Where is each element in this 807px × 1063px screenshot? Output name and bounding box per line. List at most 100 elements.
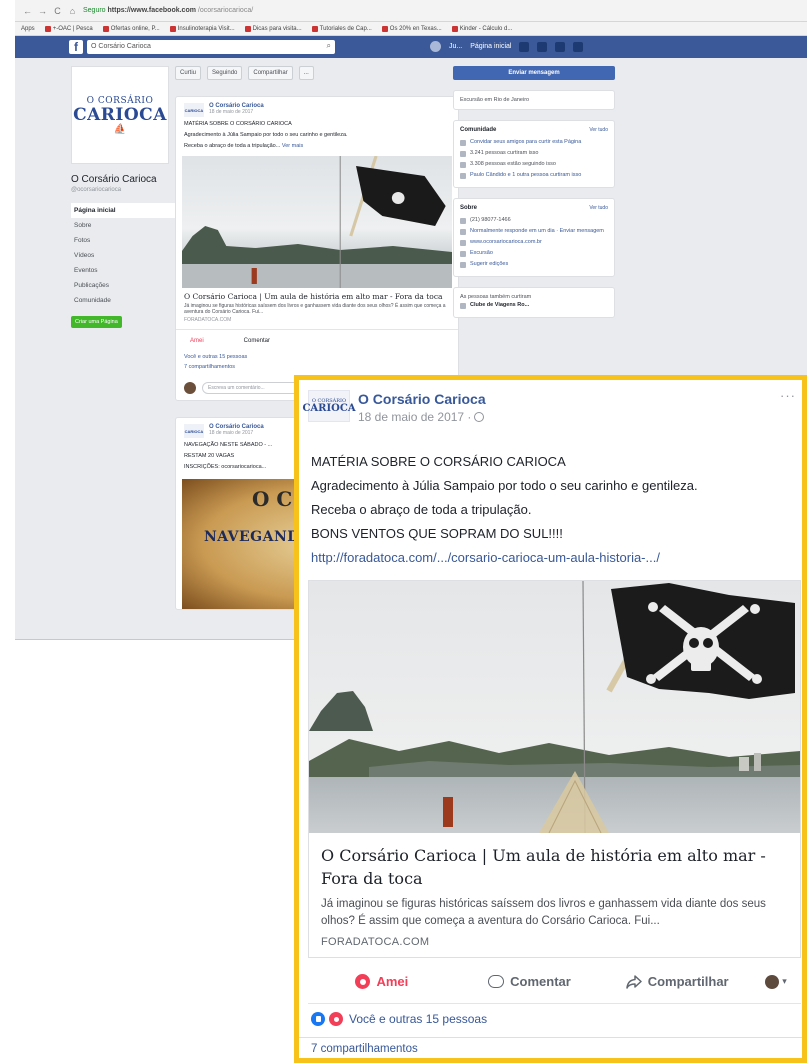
bookmark-item[interactable]: +-OAC | Pesca: [44, 25, 93, 32]
comment-button[interactable]: Comentar: [456, 974, 604, 989]
page-action-bar: Curtiu Seguindo Compartilhar ...: [175, 66, 459, 80]
page-thumbnail[interactable]: [460, 302, 466, 309]
bookmark-label: Dicas para visita...: [252, 25, 302, 32]
shares-count[interactable]: 7 compartilhamentos: [299, 1037, 802, 1058]
nav-item-videos[interactable]: Vídeos: [71, 248, 183, 263]
search-input[interactable]: O Corsário Carioca ⌕: [87, 40, 335, 54]
url-host: https://www.facebook.com: [107, 7, 196, 14]
see-all-link[interactable]: Ver tudo: [589, 127, 608, 133]
messenger-icon[interactable]: [537, 41, 548, 52]
post-date[interactable]: 18 de maio de 2017: [209, 109, 264, 115]
reactions-text[interactable]: Você e outras 15 pessoas: [349, 1012, 487, 1026]
shares-count[interactable]: 7 compartilhamentos: [176, 362, 458, 376]
chevron-down-icon: ▾: [782, 976, 787, 986]
post-author[interactable]: O Corsário Carioca: [358, 391, 486, 407]
audience-selector[interactable]: ▾: [751, 974, 801, 989]
home-link[interactable]: Página inicial: [470, 43, 511, 50]
bookmark-item[interactable]: Kinder - Cálculo d...: [451, 25, 513, 32]
nav-item-posts[interactable]: Publicações: [71, 278, 183, 293]
bookmark-label: Tutoriales de Cap...: [319, 25, 372, 32]
bookmark-icon: [451, 25, 458, 32]
post-avatar[interactable]: O CORSÁRIO CARIOCA: [302, 390, 356, 422]
address-bar[interactable]: Seguro https://www.facebook.com /ocorsar…: [83, 7, 253, 14]
love-label: Amei: [376, 974, 409, 989]
url-path: /ocorsariocarioca/: [197, 7, 254, 14]
link-preview-image[interactable]: [309, 581, 800, 833]
bookmark-item[interactable]: Dicas para visita...: [244, 25, 302, 32]
reactions-summary[interactable]: Você e outras 15 pessoas: [176, 352, 458, 362]
page-profile-picture[interactable]: O CORSÁRIO CARIOCA ⛵: [71, 66, 169, 164]
bookmark-icon: [244, 25, 251, 32]
reactions-summary[interactable]: Você e outras 15 pessoas: [311, 1008, 487, 1030]
comment-button[interactable]: Comentar: [244, 338, 270, 344]
friends-like-link[interactable]: Paulo Cândido e 1 outra pessoa curtiram …: [470, 172, 581, 179]
post-text: MATÉRIA SOBRE O CORSÁRIO CARIOCA Agradec…: [311, 450, 801, 570]
link-title[interactable]: O Corsário Carioca | Um aula de história…: [321, 844, 791, 890]
bookmark-label: +-OAC | Pesca: [52, 25, 93, 32]
love-button[interactable]: Amei: [190, 338, 204, 344]
nav-item-events[interactable]: Eventos: [71, 263, 183, 278]
see-all-link[interactable]: Ver tudo: [589, 205, 608, 211]
suggest-edits-link[interactable]: Sugerir edições: [470, 261, 508, 268]
invite-friends-link[interactable]: Convidar seus amigos para curtir esta Pá…: [470, 139, 581, 146]
post-meta: 18 de maio de 2017 ·: [358, 410, 486, 424]
share-button[interactable]: Compartilhar: [603, 974, 751, 989]
back-icon[interactable]: ←: [23, 6, 32, 16]
home-icon[interactable]: ⌂: [68, 6, 77, 16]
logo-top-text: O CORSÁRIO: [86, 95, 154, 106]
share-page-button[interactable]: Compartilhar: [248, 66, 293, 80]
post-header: CARIOCA O Corsário Carioca 18 de maio de…: [176, 97, 458, 119]
post-date[interactable]: 18 de maio de 2017: [209, 430, 264, 436]
post-photo[interactable]: [182, 156, 452, 288]
bookmark-item[interactable]: Ofertas online, P...: [102, 25, 160, 32]
post-date[interactable]: 18 de maio de 2017 ·: [358, 410, 471, 424]
link-title[interactable]: O Corsário Carioca | Um aula de história…: [176, 288, 458, 302]
nav-item-home[interactable]: Página inicial: [71, 203, 183, 218]
user-avatar: [765, 974, 780, 989]
nav-item-about[interactable]: Sobre: [71, 218, 183, 233]
avatar-main-text: CARIOCA: [302, 403, 356, 414]
post-avatar[interactable]: CARIOCA: [184, 424, 204, 438]
user-name[interactable]: Ju...: [449, 43, 462, 50]
community-row: Convidar seus amigos para curtir esta Pá…: [460, 137, 608, 148]
friends-icon[interactable]: [519, 41, 530, 52]
bookmark-item[interactable]: Os 20% en Texas...: [381, 25, 442, 32]
website-link[interactable]: www.ocorsariocarioca.com.br: [470, 239, 542, 246]
category-link[interactable]: Excursão: [470, 250, 493, 257]
response-time[interactable]: Normalmente responde em um dia · Enviar …: [470, 228, 604, 235]
bookmark-label: Kinder - Cálculo d...: [459, 25, 513, 32]
bookmark-item[interactable]: Insulinoterapia Visit...: [169, 25, 235, 32]
help-icon[interactable]: [573, 41, 584, 52]
comment-label: Comentar: [510, 974, 571, 989]
page-handle: @ocorsariocarioca: [71, 187, 122, 193]
related-page-name[interactable]: Clube de Viagens Ro...: [470, 302, 529, 309]
follow-page-button[interactable]: Seguindo: [207, 66, 243, 80]
post-avatar[interactable]: CARIOCA: [184, 103, 204, 117]
send-message-button[interactable]: Enviar mensagem: [453, 66, 615, 80]
bookmark-apps[interactable]: Apps: [21, 26, 35, 32]
about-row: Normalmente responde em um dia · Enviar …: [460, 226, 608, 237]
love-reaction-button[interactable]: Amei: [308, 974, 456, 989]
facebook-logo[interactable]: f: [69, 40, 83, 54]
post-url-link[interactable]: http://foradatoca.com/.../corsario-cario…: [311, 546, 801, 570]
page-name[interactable]: O Corsário Carioca: [71, 174, 186, 185]
search-value: O Corsário Carioca: [91, 43, 151, 50]
bookmark-item[interactable]: Tutoriales de Cap...: [311, 25, 372, 32]
forward-icon[interactable]: →: [38, 6, 47, 16]
post-options-menu[interactable]: ···: [780, 388, 796, 403]
bookmark-icon: [102, 25, 109, 32]
search-icon[interactable]: ⌕: [327, 41, 331, 51]
more-button[interactable]: ...: [298, 66, 314, 80]
reload-icon[interactable]: C: [53, 6, 62, 16]
see-more-link[interactable]: Ver mais: [282, 143, 303, 149]
share-icon: [625, 974, 642, 989]
like-page-button[interactable]: Curtiu: [175, 66, 202, 80]
link-preview-card[interactable]: O Corsário Carioca | Um aula de história…: [308, 580, 801, 958]
user-avatar[interactable]: [430, 41, 441, 52]
related-pages-card: As pessoas também curtiram Clube de Viag…: [453, 287, 615, 318]
create-page-button[interactable]: Criar uma Página: [71, 316, 122, 328]
nav-item-photos[interactable]: Fotos: [71, 233, 183, 248]
notifications-icon[interactable]: [555, 41, 566, 52]
logo-main-text: CARIOCA: [73, 104, 167, 125]
nav-item-community[interactable]: Comunidade: [71, 293, 183, 308]
